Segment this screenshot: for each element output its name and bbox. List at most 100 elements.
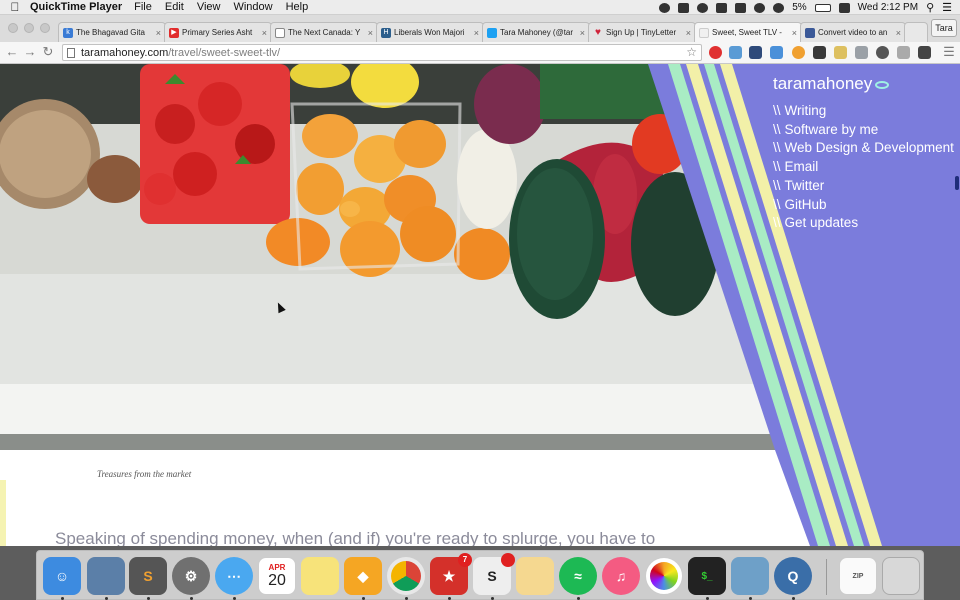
new-tab-button[interactable]: [904, 22, 928, 42]
address-bar[interactable]: taramahoney.com/travel/sweet-sweet-tlv/ …: [62, 44, 702, 61]
opera-extension-icon[interactable]: [709, 46, 722, 59]
zip-file-icon[interactable]: ZIP: [839, 557, 877, 595]
dropbox-icon[interactable]: [678, 2, 690, 13]
sync-icon[interactable]: [697, 2, 709, 13]
macos-menu-bar:  QuickTime Player File Edit View Window…: [0, 0, 960, 15]
nav-software[interactable]: \\ Software by me: [773, 121, 954, 140]
flag-extension-icon[interactable]: [770, 46, 783, 59]
bookmark-star-icon[interactable]: ☆: [686, 45, 697, 59]
forward-arrow-icon[interactable]: →: [22, 44, 38, 60]
terminal-icon[interactable]: $_: [688, 557, 726, 595]
elephant-icon[interactable]: [716, 2, 728, 13]
chrome-logo-icon: [391, 561, 421, 591]
slack-icon[interactable]: S: [473, 553, 515, 595]
battery-percent[interactable]: 5%: [792, 2, 806, 13]
battery-icon[interactable]: [814, 3, 831, 12]
sublime-text-icon[interactable]: S: [129, 557, 167, 595]
puzzle-extension-icon[interactable]: [897, 46, 910, 59]
tab-close-icon[interactable]: ×: [368, 28, 373, 38]
pages-icon[interactable]: [516, 557, 554, 595]
itunes-icon[interactable]: ♫: [602, 557, 640, 595]
finder-icon[interactable]: ☺: [43, 557, 81, 595]
input-source-icon[interactable]: [838, 2, 850, 13]
circle-extension-icon[interactable]: [876, 46, 889, 59]
nav-get-updates[interactable]: \\ Get updates: [773, 214, 954, 233]
nav-twitter[interactable]: \\ Twitter: [773, 177, 954, 196]
tab-close-icon[interactable]: ×: [792, 28, 797, 38]
window-close-button[interactable]: [8, 23, 18, 33]
nav-github[interactable]: \\ GitHub: [773, 196, 954, 215]
profile-button[interactable]: Tara: [931, 19, 957, 37]
tab-favicon-icon: k: [63, 27, 73, 38]
menu-help[interactable]: Help: [286, 1, 309, 13]
nav-web-design[interactable]: \\ Web Design & Development: [773, 139, 954, 158]
tab-close-icon[interactable]: ×: [156, 28, 161, 38]
messages-icon[interactable]: ⋯: [215, 557, 253, 595]
tab-label: Tara Mahoney (@tar: [500, 28, 574, 37]
tab-bhagavad-gita[interactable]: k The Bhagavad Gita ×: [58, 22, 166, 42]
back-arrow-icon[interactable]: ←: [4, 44, 20, 60]
nav-email[interactable]: \\ Email: [773, 158, 954, 177]
menu-app-name[interactable]: QuickTime Player: [30, 1, 122, 13]
quicktime-icon[interactable]: Q: [774, 557, 812, 595]
menu-view[interactable]: View: [197, 1, 221, 13]
window-zoom-button[interactable]: [40, 23, 50, 33]
dock-background: ☺ S ⚙ ⋯ APR 20 ◆ ★ 7 S ≈ ♫ $_ Q ZIP: [0, 546, 960, 600]
tab-label: The Next Canada: Y: [288, 28, 361, 37]
sketch-icon[interactable]: ◆: [344, 557, 382, 595]
wunderlist-icon[interactable]: ★ 7: [430, 553, 472, 595]
tab-convert-video[interactable]: Convert video to an ×: [800, 22, 906, 42]
spotlight-icon[interactable]: ⚲: [926, 1, 934, 14]
tab-close-icon[interactable]: ×: [686, 28, 691, 38]
chrome-icon[interactable]: [387, 557, 425, 595]
blank-page-icon: [699, 27, 709, 38]
page-info-icon[interactable]: [67, 47, 75, 58]
scrollbar-thumb[interactable]: [955, 176, 959, 190]
tab-liberals-won[interactable]: H Liberals Won Majori ×: [376, 22, 484, 42]
tab-primary-series[interactable]: ▶ Primary Series Asht ×: [164, 22, 272, 42]
tab-next-canada[interactable]: The Next Canada: Y ×: [270, 22, 378, 42]
wifi-icon[interactable]: [773, 2, 785, 13]
grid-extension-icon[interactable]: [855, 46, 868, 59]
tab-close-icon[interactable]: ×: [580, 28, 585, 38]
tab-label: Sign Up | TinyLetter: [606, 28, 677, 37]
preview-photos-icon[interactable]: [731, 557, 769, 595]
photos-icon[interactable]: [645, 557, 683, 595]
tab-close-icon[interactable]: ×: [896, 28, 901, 38]
tab-close-icon[interactable]: ×: [262, 28, 267, 38]
record-icon[interactable]: [659, 2, 671, 13]
menu-clock[interactable]: Wed 2:12 PM: [858, 2, 918, 13]
nav-writing[interactable]: \\ Writing: [773, 102, 954, 121]
cookie-extension-icon[interactable]: [792, 46, 805, 59]
tab-sweet-tlv[interactable]: Sweet, Sweet TLV - ×: [694, 22, 802, 42]
trash-icon[interactable]: [882, 557, 920, 595]
browser-toolbar: ← → ↻ taramahoney.com/travel/sweet-sweet…: [0, 42, 960, 64]
dog-extension-icon[interactable]: [813, 46, 826, 59]
menu-file[interactable]: File: [134, 1, 152, 13]
tab-twitter[interactable]: Tara Mahoney (@tar ×: [482, 22, 590, 42]
menu-hamburger-icon[interactable]: ☰: [941, 44, 957, 60]
volume-icon[interactable]: [735, 2, 747, 13]
tab-label: Convert video to an: [818, 28, 888, 37]
notes-icon[interactable]: [301, 557, 339, 595]
calendar-month: APR: [268, 562, 286, 572]
spotify-icon[interactable]: ≈: [559, 557, 597, 595]
url-domain: taramahoney.com: [81, 46, 169, 59]
system-preferences-icon[interactable]: ⚙: [172, 557, 210, 595]
panda-extension-icon[interactable]: [918, 46, 931, 59]
apple-menu-icon[interactable]: : [0, 0, 30, 14]
clock-icon[interactable]: [754, 2, 766, 13]
calendar-icon[interactable]: APR 20: [258, 557, 296, 595]
window-minimize-button[interactable]: [24, 23, 34, 33]
menu-window[interactable]: Window: [233, 1, 272, 13]
tab-tinyletter[interactable]: ♥ Sign Up | TinyLetter ×: [588, 22, 696, 42]
keyboard-extension-icon[interactable]: [749, 46, 762, 59]
reload-icon[interactable]: ↻: [40, 44, 56, 60]
preview-icon[interactable]: [87, 557, 125, 595]
tab-close-icon[interactable]: ×: [474, 28, 479, 38]
notification-center-icon[interactable]: ☰: [942, 1, 952, 14]
camera-extension-icon[interactable]: [729, 46, 742, 59]
menu-edit[interactable]: Edit: [165, 1, 184, 13]
ticket-extension-icon[interactable]: [834, 46, 847, 59]
site-logo[interactable]: taramahoney: [773, 74, 890, 94]
